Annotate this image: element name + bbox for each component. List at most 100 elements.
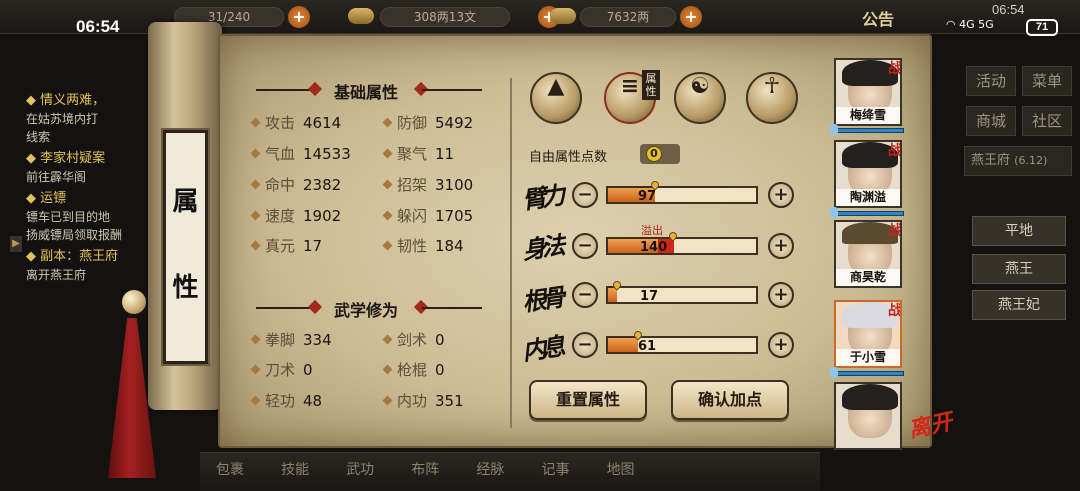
constitution-bar: 17: [606, 279, 758, 304]
stat-bullet: [382, 210, 393, 221]
stat-bullet: [382, 179, 393, 190]
wifi-icon: ◠: [946, 18, 956, 31]
basic-attributes-title: 基础属性: [333, 83, 398, 102]
attr-agility-label: 身法: [520, 230, 563, 265]
location-coords: (6.12): [1014, 154, 1048, 167]
quest-title[interactable]: ◆ 情义两难，: [26, 91, 166, 110]
strength-minus-button[interactable]: −: [572, 182, 598, 208]
quest-title[interactable]: ◆ 运镖: [26, 189, 166, 208]
nav-bag[interactable]: 包裹: [200, 459, 260, 479]
character-card[interactable]: 商昊乾 战: [834, 220, 902, 288]
status-time-small: 06:54: [992, 2, 1025, 17]
title-char: 属: [172, 187, 199, 217]
active-tab-label: 属性: [642, 70, 660, 100]
agility-plus-button[interactable]: +: [768, 233, 794, 259]
breath-plus-button[interactable]: +: [768, 332, 794, 358]
stat-speed: 速度 1902: [250, 205, 341, 226]
character-card[interactable]: 梅绛雪 战: [834, 58, 902, 126]
confirm-points-button[interactable]: 确认加点: [671, 380, 789, 420]
section-rule: [422, 89, 482, 91]
agility-minus-button[interactable]: −: [572, 233, 598, 259]
menu-button[interactable]: 菜单: [1022, 66, 1072, 96]
character-name: 于小雪: [836, 349, 900, 366]
gold-display: 7632两: [580, 7, 676, 27]
character-card[interactable]: [834, 382, 902, 450]
stat-lightness: 轻功 48: [250, 390, 322, 411]
stat-bullet: [250, 240, 261, 251]
character-card[interactable]: 陶渊溢 战: [834, 140, 902, 208]
silver-icon: [348, 8, 374, 24]
community-button[interactable]: 社区: [1022, 106, 1072, 136]
stat-bullet: [250, 117, 261, 128]
quest-title[interactable]: ◆ 李家村疑案: [26, 149, 166, 168]
breath-bar: 61: [606, 329, 758, 354]
stat-blade: 刀术 0: [250, 359, 313, 380]
nav-martial[interactable]: 武功: [330, 459, 390, 479]
constitution-value: 17: [640, 289, 659, 304]
portrait-icon[interactable]: ▲: [530, 72, 582, 124]
battle-badge: 战: [888, 61, 902, 77]
breath-minus-button[interactable]: −: [572, 332, 598, 358]
figure-icon: ☥: [763, 74, 781, 99]
nav-formation[interactable]: 布阵: [395, 459, 455, 479]
stat-bullet: [382, 240, 393, 251]
martial-attributes-title: 武学修为: [333, 301, 398, 320]
quest-line: 在姑苏境内打: [26, 112, 99, 126]
agility-bar: 140: [606, 230, 758, 255]
yin-yang-icon: ☯: [690, 74, 710, 99]
nav-skill[interactable]: 技能: [265, 459, 325, 479]
meridian-body-icon[interactable]: ☥: [746, 72, 798, 124]
notice-button[interactable]: 公告: [862, 6, 894, 30]
stat-bullet: [250, 364, 261, 375]
stat-toughness: 韧性 184: [382, 235, 464, 256]
battle-badge: 战: [888, 303, 902, 319]
expand-arrow-icon[interactable]: ▶: [10, 236, 22, 252]
quest-line: 镖车已到目的地: [26, 210, 111, 224]
quest-line: 线索: [26, 130, 51, 144]
section-rule: [422, 307, 482, 309]
character-card-selected[interactable]: 于小雪 战: [834, 300, 902, 368]
stat-bullet: [382, 148, 393, 159]
add-gold-button[interactable]: +: [680, 6, 702, 28]
strength-plus-button[interactable]: +: [768, 182, 794, 208]
shop-button[interactable]: 商城: [966, 106, 1016, 136]
nearby-item-yanwangfei[interactable]: 燕王妃: [972, 290, 1066, 320]
quest-line: 扬威镖局领取报酬: [26, 228, 123, 242]
constitution-minus-button[interactable]: −: [572, 282, 598, 308]
panel-divider: [510, 78, 512, 428]
nearby-item-yanwang[interactable]: 燕王: [972, 254, 1066, 284]
free-points-label: 自由属性点数: [529, 150, 608, 165]
nearby-item-plain[interactable]: 平地: [972, 216, 1066, 246]
stat-parry: 招架 3100: [382, 174, 473, 195]
stat-bullet: [382, 117, 393, 128]
constitution-plus-button[interactable]: +: [768, 282, 794, 308]
reset-attributes-button[interactable]: 重置属性: [529, 380, 647, 420]
nav-map[interactable]: 地图: [591, 459, 651, 479]
strength-value: 97: [638, 189, 657, 204]
energy-marker: [830, 124, 838, 135]
activity-button[interactable]: 活动: [966, 66, 1016, 96]
stat-true-energy: 真元 17: [250, 235, 322, 256]
quest-title[interactable]: ◆ 副本：燕王府: [26, 247, 166, 266]
breath-value: 61: [638, 339, 657, 354]
breath-bar-fill: [608, 338, 638, 352]
add-stamina-button[interactable]: +: [288, 6, 310, 28]
stat-inner-power: 内功 351: [382, 390, 464, 411]
character-hair: [842, 384, 898, 410]
nav-journal[interactable]: 记事: [525, 459, 585, 479]
taiji-icon[interactable]: ☯: [674, 72, 726, 124]
quest-tracker[interactable]: ◆ 情义两难， 在姑苏境内打 线索 ◆ 李家村疑案 前往霹华阁 ◆ 运镖 镖车已…: [26, 88, 166, 284]
attr-constitution-label: 根骨: [520, 282, 563, 317]
quest-line: 前往霹华阁: [26, 170, 87, 184]
stat-spear: 枪棍 0: [382, 359, 445, 380]
title-char: 性: [172, 273, 199, 303]
stat-bullet: [250, 179, 261, 190]
bottom-nav: 包裹 技能 武功 布阵 经脉 记事 地图: [200, 452, 820, 491]
stat-dodge: 躲闪 1705: [382, 205, 473, 226]
gold-icon: [550, 8, 576, 24]
stat-bullet: [250, 395, 261, 406]
free-points-value: 0: [646, 146, 662, 162]
stat-bullet: [382, 395, 393, 406]
section-rule: [256, 307, 316, 309]
nav-meridian[interactable]: 经脉: [460, 459, 520, 479]
